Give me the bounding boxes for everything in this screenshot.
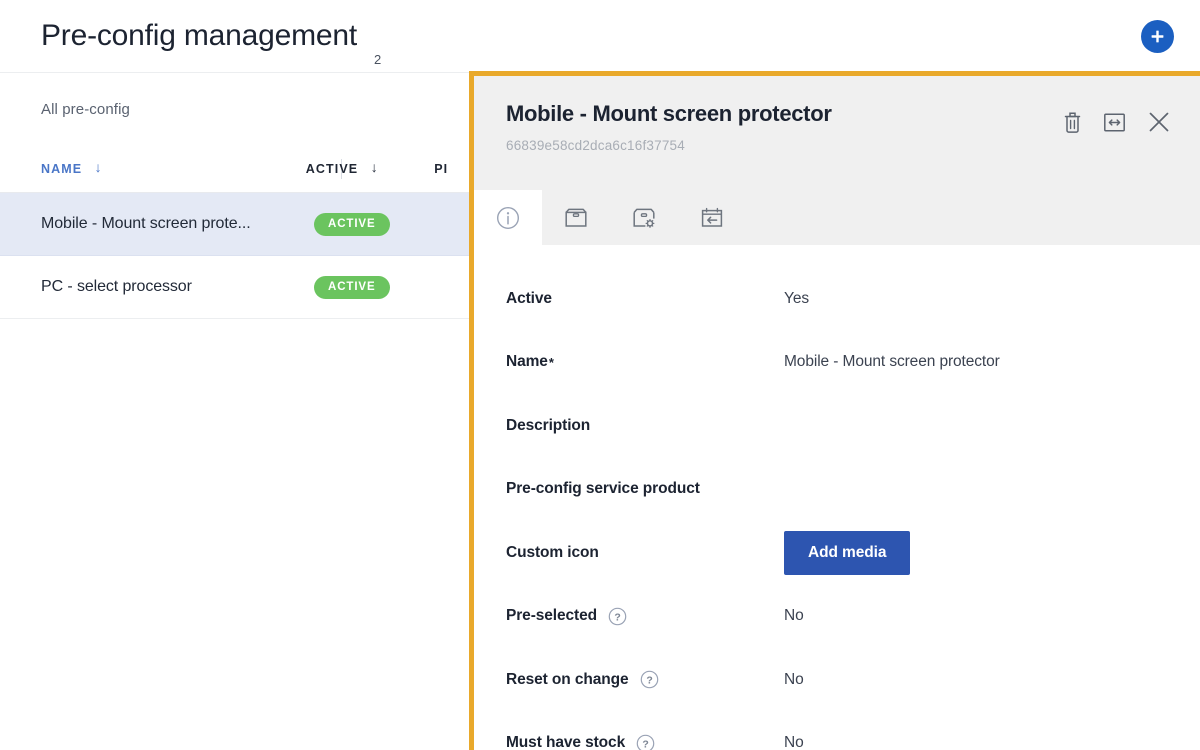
status-badge: ACTIVE (314, 275, 390, 299)
tab-product-settings[interactable] (610, 190, 678, 245)
field-row-description: Description (506, 394, 1200, 458)
list-filter-tabs: All pre-config (0, 73, 470, 145)
help-icon[interactable]: ? (636, 734, 655, 750)
field-label: Must have stock ? (506, 734, 784, 750)
question-circle-icon: ? (640, 670, 658, 689)
field-label: Pre-selected ? (506, 607, 784, 626)
field-label-text: Active (506, 289, 552, 307)
top-bar: Pre-config management 2 (0, 0, 1200, 73)
expand-horizontal-icon (1104, 112, 1125, 132)
package-return-icon (701, 207, 723, 227)
sort-arrow-name-icon[interactable]: ↓ (95, 159, 102, 175)
column-header-pi[interactable]: PI (411, 160, 470, 178)
column-label-name: NAME (41, 162, 83, 176)
app-root: Pre-config management 2 All pre-config N… (0, 0, 1200, 750)
column-label-active: ACTIVE (305, 162, 359, 176)
page-title-count: 2 (373, 52, 382, 67)
trash-icon (1064, 111, 1081, 133)
field-label: Pre-config service product (506, 480, 784, 498)
field-label: Description (506, 417, 784, 435)
package-icon (565, 208, 587, 227)
help-icon[interactable]: ? (608, 607, 627, 626)
field-value: No (784, 607, 804, 625)
field-label-text: Must have stock (506, 734, 626, 750)
field-label-text: Name (506, 353, 548, 371)
row-active-cell: ACTIVE (291, 275, 423, 299)
detail-tab-strip (474, 190, 1200, 245)
info-circle-icon (496, 206, 520, 229)
field-label-text: Reset on change (506, 670, 629, 688)
tab-all-preconfig[interactable]: All pre-config (41, 101, 130, 118)
preconfig-list-pane: All pre-config NAME ↓ ACTIVE ↓ PI Mobile… (0, 73, 470, 750)
column-header-active[interactable]: ACTIVE ↓ (283, 159, 411, 178)
column-header-name[interactable]: NAME ↓ (41, 158, 342, 179)
field-value: Yes (784, 289, 809, 307)
field-label-text: Pre-selected (506, 607, 597, 625)
package-gear-icon (633, 208, 655, 228)
help-icon[interactable]: ? (640, 670, 659, 689)
field-label-text: Pre-config service product (506, 480, 700, 498)
field-row-name: Name * Mobile - Mount screen protector (506, 331, 1200, 395)
field-value: No (784, 734, 804, 750)
column-label-pi: PI (434, 161, 449, 176)
page-title: Pre-config management (41, 19, 357, 52)
plus-icon (1151, 30, 1164, 43)
field-value: No (784, 670, 804, 688)
field-label: Name * (506, 353, 784, 371)
field-row-custom-icon: Custom icon Add media (506, 521, 1200, 585)
close-icon (1149, 112, 1169, 132)
field-row-active: Active Yes (506, 267, 1200, 331)
tab-products[interactable] (542, 190, 610, 245)
detail-panel-header: Mobile - Mount screen protector 66839e58… (474, 76, 1200, 190)
field-row-preconfig-service-product: Pre-config service product (506, 458, 1200, 522)
table-row[interactable]: PC - select processor ACTIVE (0, 256, 470, 319)
table-header-row: NAME ↓ ACTIVE ↓ PI (0, 145, 470, 193)
status-badge: ACTIVE (314, 212, 390, 236)
preconfig-detail-panel: Mobile - Mount screen protector 66839e58… (469, 71, 1200, 750)
field-row-reset-on-change: Reset on change ? No (506, 648, 1200, 712)
delete-button[interactable] (1062, 111, 1083, 134)
tab-info[interactable] (474, 190, 542, 245)
required-asterisk: * (548, 354, 554, 370)
field-label: Reset on change ? (506, 670, 784, 689)
row-name-cell: PC - select processor (41, 278, 192, 295)
tab-returns[interactable] (678, 190, 746, 245)
sort-arrow-active-icon[interactable]: ↓ (371, 159, 378, 175)
detail-form-body: Active Yes Name * Mobile - Mount screen … (474, 245, 1200, 750)
svg-text:?: ? (642, 738, 648, 750)
close-panel-button[interactable] (1146, 109, 1172, 135)
add-media-button[interactable]: Add media (784, 530, 911, 575)
expand-panel-button[interactable] (1103, 111, 1126, 134)
row-name-cell: Mobile - Mount screen prote... (41, 215, 251, 232)
field-row-must-have-stock: Must have stock ? No (506, 712, 1200, 750)
question-circle-icon: ? (608, 607, 627, 626)
field-label-text: Description (506, 416, 591, 434)
field-label-text: Custom icon (506, 543, 599, 561)
row-active-cell: ACTIVE (291, 212, 423, 236)
field-row-pre-selected: Pre-selected ? No (506, 585, 1200, 649)
field-label: Custom icon (506, 544, 784, 562)
add-preconfig-button[interactable] (1141, 20, 1174, 53)
field-label: Active (506, 290, 784, 308)
question-circle-icon: ? (636, 734, 655, 750)
svg-text:?: ? (614, 611, 620, 623)
svg-text:?: ? (646, 675, 652, 687)
field-value: Mobile - Mount screen protector (784, 353, 1000, 371)
table-row[interactable]: Mobile - Mount screen prote... ACTIVE (0, 193, 470, 256)
detail-panel-actions (1062, 109, 1172, 135)
detail-panel-id: 66839e58cd2dca6c16f37754 (506, 138, 685, 153)
